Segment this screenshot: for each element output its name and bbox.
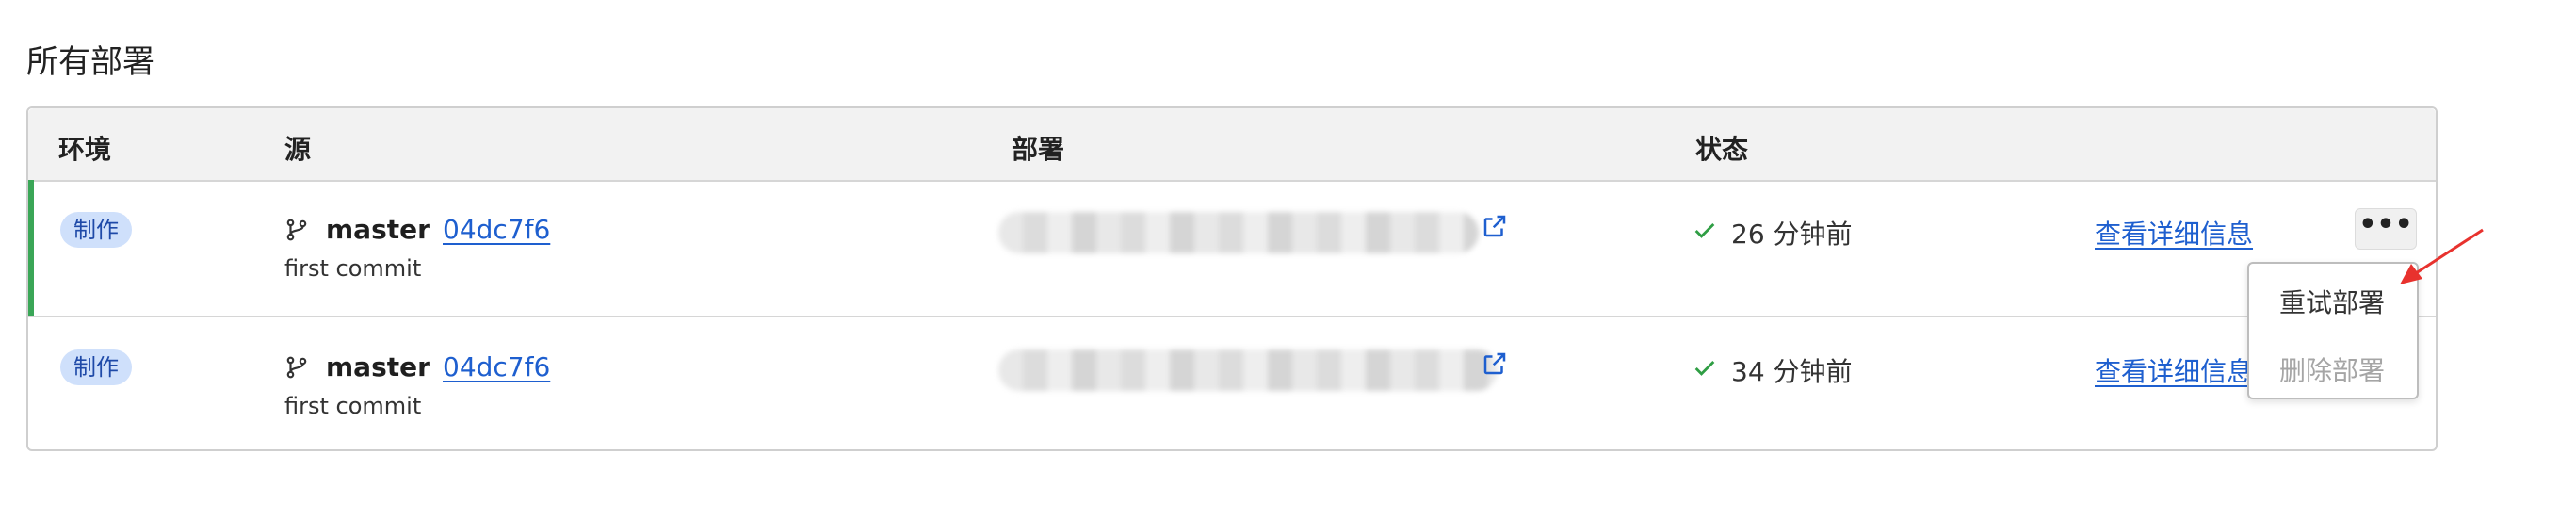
commit-link[interactable]: 04dc7f6 — [443, 214, 550, 245]
external-link-icon[interactable] — [1481, 349, 1509, 378]
active-row-indicator — [28, 180, 34, 316]
status-time: 26 分钟前 — [1731, 219, 1853, 250]
page-title: 所有部署 — [26, 43, 154, 81]
annotation-arrow-icon — [2400, 228, 2484, 284]
menu-item-delete-deployment: 删除部署 — [2279, 355, 2386, 386]
env-badge: 制作 — [60, 212, 132, 248]
header-deployment: 部署 — [1012, 134, 1065, 165]
git-branch-icon — [286, 356, 307, 379]
header-status: 状态 — [1695, 134, 1749, 165]
table-header: 环境 源 部署 状态 — [28, 108, 2436, 182]
branch-name: master — [326, 214, 430, 245]
branch-name: master — [326, 351, 430, 382]
header-source: 源 — [284, 134, 312, 165]
check-icon — [1694, 223, 1715, 238]
commit-message: first commit — [284, 393, 422, 419]
git-branch-icon — [286, 219, 307, 241]
external-link-icon[interactable] — [1481, 212, 1509, 240]
commit-link[interactable]: 04dc7f6 — [443, 351, 550, 382]
menu-item-retry-deployment[interactable]: 重试部署 — [2279, 283, 2385, 320]
env-badge: 制作 — [60, 349, 132, 385]
deployment-url-redacted — [998, 349, 1498, 391]
status-time: 34 分钟前 — [1731, 356, 1853, 387]
deployments-table: 环境 源 部署 状态 制作 master 04dc7f6 first commi… — [26, 106, 2438, 451]
check-icon — [1694, 361, 1715, 376]
view-details-link[interactable]: 查看详细信息 — [2095, 214, 2253, 252]
table-row: 制作 master 04dc7f6 first commit 26 分钟前 查看… — [28, 180, 2436, 317]
view-details-link[interactable]: 查看详细信息 — [2095, 351, 2253, 389]
header-env: 环境 — [58, 134, 112, 165]
table-row: 制作 master 04dc7f6 first commit 34 分钟前 查看… — [28, 317, 2436, 453]
commit-message: first commit — [284, 255, 422, 282]
deployment-url-redacted — [998, 212, 1479, 253]
